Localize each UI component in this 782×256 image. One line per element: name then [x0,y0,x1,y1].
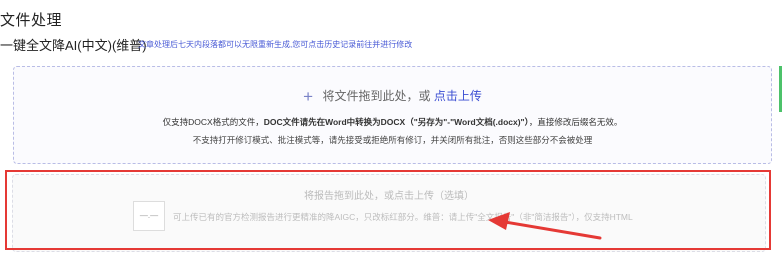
arrow-annotation [488,212,602,240]
